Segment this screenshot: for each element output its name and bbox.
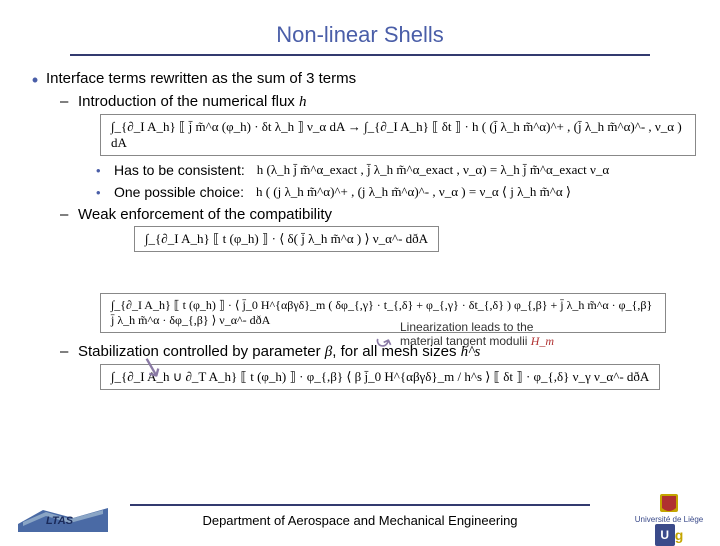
stab-text1: Stabilization controlled by parameter: [78, 343, 325, 360]
linearization-note: Linearization leads to the material tang…: [400, 320, 570, 349]
sub1-text: Introduction of the numerical flux h: [78, 93, 696, 111]
ulg-g-text: g: [675, 527, 684, 543]
equation-box-1: ∫_{∂_I A_h} ⟦ j̄ m̃^α (φ_h) · δt λ_h ⟧ ν…: [100, 114, 696, 156]
crest-icon: [660, 494, 678, 516]
sub-bullet-stab: – Stabilization controlled by parameter …: [24, 343, 696, 361]
ltas-logo-icon: LTAS: [18, 504, 108, 532]
choice-label: One possible choice:: [114, 184, 244, 200]
eq6-row: ∫_{∂_I A_h ∪ ∂_T A_h} ⟦ t (φ_h) ⟧ · φ_{,…: [100, 364, 696, 390]
dash-icon: –: [60, 206, 78, 223]
content-area: • Interface terms rewritten as the sum o…: [0, 70, 720, 390]
equation-box-4: ∫_{∂_I A_h} ⟦ t (φ_h) ⟧ · ⟨ δ( j̄ λ_h m̃…: [134, 226, 439, 252]
equation-3: h ( (j λ_h m̃^α)^+ , (j λ_h m̃^α)^- , ν_…: [256, 184, 571, 200]
eq4-row: ∫_{∂_I A_h} ⟦ t (φ_h) ⟧ · ⟨ δ( j̄ λ_h m̃…: [134, 226, 696, 252]
sub-sub-choice: • One possible choice: h ( (j λ_h m̃^α)^…: [24, 184, 696, 200]
sub-sub-consistent: • Has to be consistent: h (λ_h j̄ m̃^α_e…: [24, 162, 696, 178]
sub2-text: Weak enforcement of the compatibility: [78, 206, 696, 223]
ulg-uni-text: Université de Liège: [634, 516, 704, 524]
dash-icon: –: [60, 343, 78, 360]
equation-2: h (λ_h j̄ m̃^α_exact , j̄ λ_h m̃^α_exact…: [257, 162, 609, 178]
sub1-intro-text: Introduction of the numerical flux: [78, 93, 299, 110]
bullet-level1: • Interface terms rewritten as the sum o…: [24, 70, 696, 89]
dash-icon: –: [60, 93, 78, 110]
ulg-logo: Université de Liège Ug: [634, 494, 704, 534]
ltas-logo: LTAS: [18, 504, 108, 532]
equation-box-6: ∫_{∂_I A_h ∪ ∂_T A_h} ⟦ t (φ_h) ⟧ · φ_{,…: [100, 364, 660, 390]
bullet-dot-icon: •: [24, 71, 46, 89]
sub-bullet-weak: – Weak enforcement of the compatibility: [24, 206, 696, 223]
ulg-u-badge: U: [655, 524, 675, 546]
bullet1-text: Interface terms rewritten as the sum of …: [46, 70, 696, 87]
note-text: Linearization leads to the material tang…: [400, 320, 533, 348]
slide-title: Non-linear Shells: [0, 0, 720, 54]
sub-bullet-intro: – Introduction of the numerical flux h: [24, 93, 696, 111]
note-var: H_m: [531, 334, 554, 348]
eq1-row: ∫_{∂_I A_h} ⟦ j̄ m̃^α (φ_h) · δt λ_h ⟧ ν…: [100, 114, 696, 156]
bullet3-dot-icon: •: [96, 163, 114, 178]
bullet3-dot-icon: •: [96, 185, 114, 200]
footer-rule: [130, 504, 590, 506]
ltas-text: LTAS: [46, 515, 74, 527]
consistent-label: Has to be consistent:: [114, 162, 245, 178]
title-rule: [70, 54, 650, 56]
footer-text: Department of Aerospace and Mechanical E…: [0, 513, 720, 528]
flux-var: h: [299, 94, 307, 110]
